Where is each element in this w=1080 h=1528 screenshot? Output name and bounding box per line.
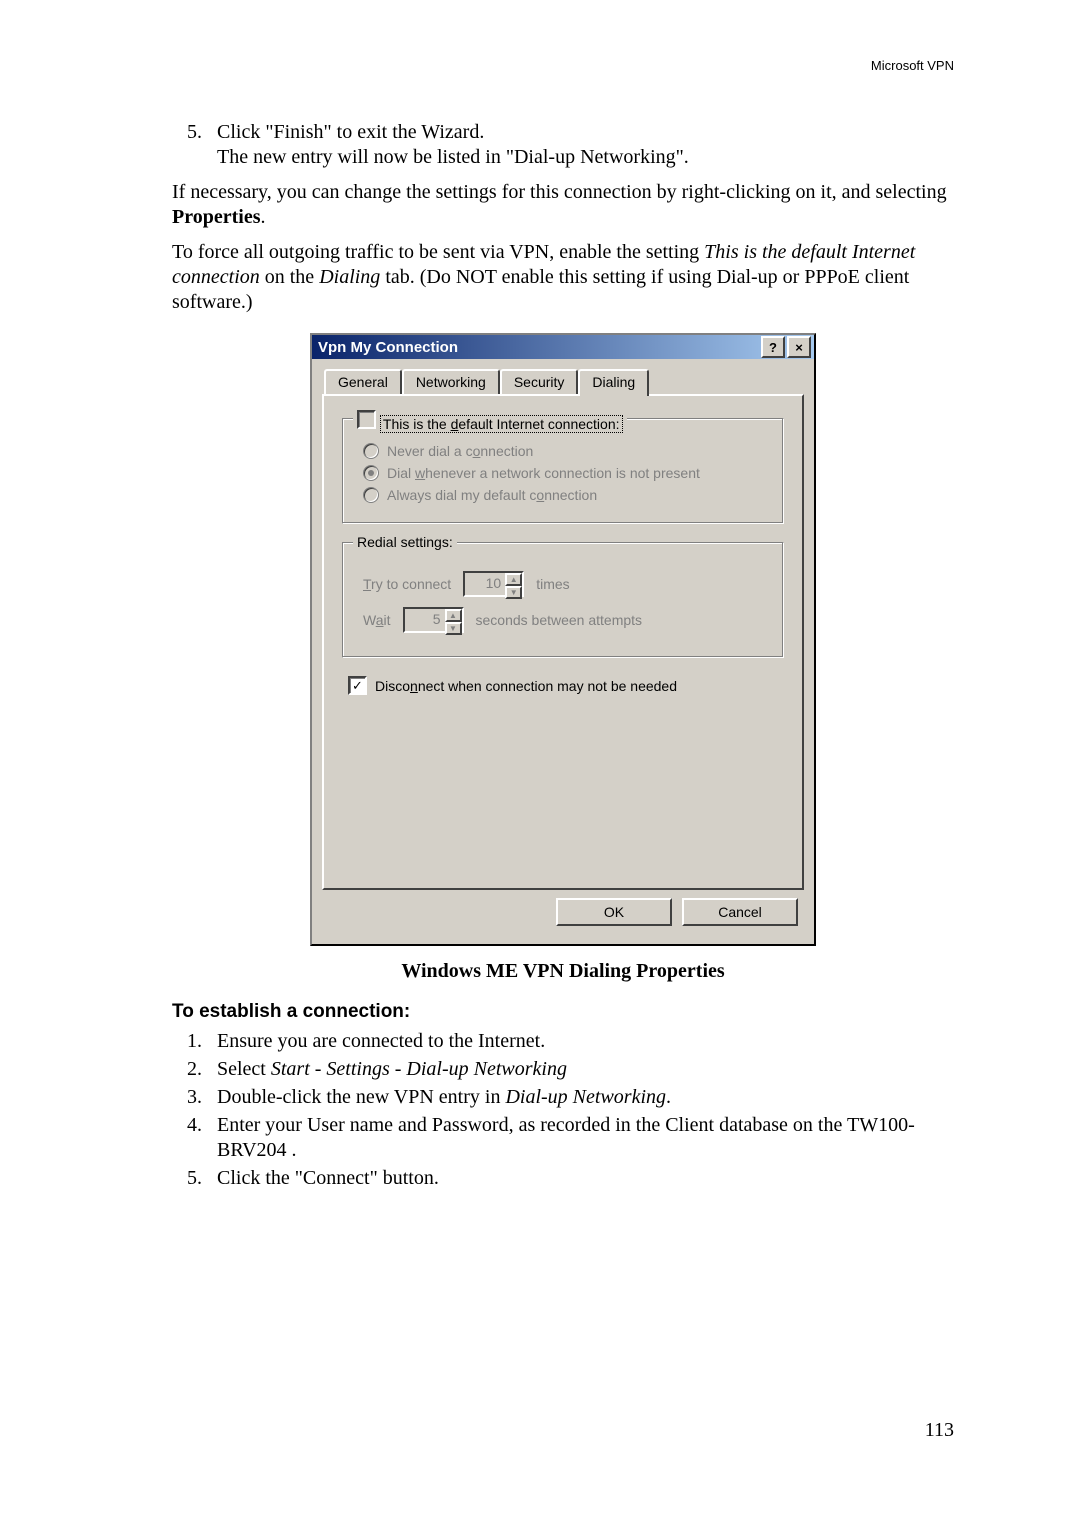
radio-never-dial-label: Never dial a connection (387, 443, 533, 459)
section-establish-heading: To establish a connection: (172, 1001, 954, 1023)
radio-always-dial-label: Always dial my default connection (387, 487, 597, 503)
p2-i2: Dialing (319, 266, 380, 288)
establish-step-2: Select Start - Settings - Dial-up Networ… (207, 1057, 954, 1082)
radio-dot-icon (368, 470, 374, 476)
tab-networking[interactable]: Networking (402, 369, 500, 394)
p1-bold: Properties (172, 206, 261, 228)
wait-label: Wait (363, 612, 391, 628)
wait-value: 5 (405, 609, 445, 631)
titlebar-help-button[interactable]: ? (761, 336, 785, 358)
p2-b: on the (260, 266, 319, 288)
redial-legend: Redial settings: (353, 534, 457, 550)
disconnect-checkbox[interactable]: ✓ (348, 676, 367, 695)
p1-text-b: ing (921, 181, 947, 203)
titlebar-close-button[interactable]: × (787, 336, 811, 358)
dialog-button-row: OK Cancel (322, 890, 804, 934)
wait-row: Wait 5 ▲ ▼ seconds between attempts (363, 607, 769, 633)
tab-security[interactable]: Security (500, 369, 579, 394)
p1-text-c: . (261, 206, 266, 228)
try-connect-row: Try to connect 10 ▲ ▼ times (363, 571, 769, 597)
radio-never-dial-row: Never dial a connection (363, 443, 769, 459)
radio-never-dial[interactable] (363, 443, 379, 459)
cancel-button[interactable]: Cancel (682, 898, 798, 926)
radio-always-dial-row: Always dial my default connection (363, 487, 769, 503)
group-redial-settings: Redial settings: Try to connect 10 ▲ ▼ t… (342, 542, 784, 658)
radio-dial-whenever-label: Dial whenever a network connection is no… (387, 465, 700, 481)
step5-line2: The new entry will now be listed in "Dia… (217, 146, 689, 168)
establish-step-1: Ensure you are connected to the Internet… (207, 1029, 954, 1054)
dialog-titlebar: Vpn My Connection ? × (312, 335, 814, 359)
paragraph-change-settings: If necessary, you can change the setting… (172, 180, 954, 230)
spinner-down-icon[interactable]: ▼ (505, 586, 522, 599)
wait-spinner[interactable]: 5 ▲ ▼ (403, 607, 464, 633)
try-connect-unit: times (536, 576, 569, 592)
establish-step-4: Enter your User name and Password, as re… (207, 1113, 954, 1163)
disconnect-label: Disconnect when connection may not be ne… (375, 678, 677, 694)
spinner-arrows: ▲ ▼ (505, 573, 522, 595)
tab-general[interactable]: General (324, 369, 402, 394)
page-number: 113 (925, 1419, 954, 1442)
tab-panel-dialing: This is the default Internet connection:… (322, 394, 804, 890)
spinner-up-icon[interactable]: ▲ (505, 573, 522, 586)
dialog-tabstrip: General Networking Security Dialing (324, 369, 804, 394)
page-header-product: Microsoft VPN (871, 58, 954, 73)
establish-step-3: Double-click the new VPN entry in Dial-u… (207, 1085, 954, 1110)
radio-always-dial[interactable] (363, 487, 379, 503)
vpn-properties-dialog: Vpn My Connection ? × General Networking… (310, 333, 816, 946)
dialog-title: Vpn My Connection (318, 339, 759, 356)
wizard-step-5: Click "Finish" to exit the Wizard. The n… (207, 120, 954, 170)
default-connection-checkbox[interactable] (357, 410, 376, 429)
disconnect-row: ✓ Disconnect when connection may not be … (348, 676, 784, 695)
try-connect-label: Try to connect (363, 576, 451, 592)
spinner-up-icon[interactable]: ▲ (445, 609, 462, 622)
spinner-down-icon[interactable]: ▼ (445, 622, 462, 635)
radio-dial-whenever-row: Dial whenever a network connection is no… (363, 465, 769, 481)
p1-text-a: If necessary, you can change the setting… (172, 181, 921, 203)
paragraph-force-vpn: To force all outgoing traffic to be sent… (172, 240, 954, 315)
ok-button[interactable]: OK (556, 898, 672, 926)
establish-step-5: Click the "Connect" button. (207, 1166, 954, 1191)
spinner-arrows: ▲ ▼ (445, 609, 462, 631)
wizard-step-list: Click "Finish" to exit the Wizard. The n… (172, 120, 954, 170)
figure-caption: Windows ME VPN Dialing Properties (172, 960, 954, 983)
establish-steps: Ensure you are connected to the Internet… (172, 1029, 954, 1191)
try-connect-spinner[interactable]: 10 ▲ ▼ (463, 571, 524, 597)
p2-a: To force all outgoing traffic to be sent… (172, 241, 704, 263)
group-default-connection: This is the default Internet connection:… (342, 418, 784, 524)
default-connection-legend: This is the default Internet connection: (380, 415, 623, 433)
default-connection-legend-row: This is the default Internet connection: (353, 410, 627, 432)
wait-unit: seconds between attempts (476, 612, 643, 628)
step5-line1: Click "Finish" to exit the Wizard. (217, 121, 484, 143)
try-connect-value: 10 (465, 573, 505, 595)
tab-dialing[interactable]: Dialing (578, 369, 649, 396)
radio-dial-whenever[interactable] (363, 465, 379, 481)
